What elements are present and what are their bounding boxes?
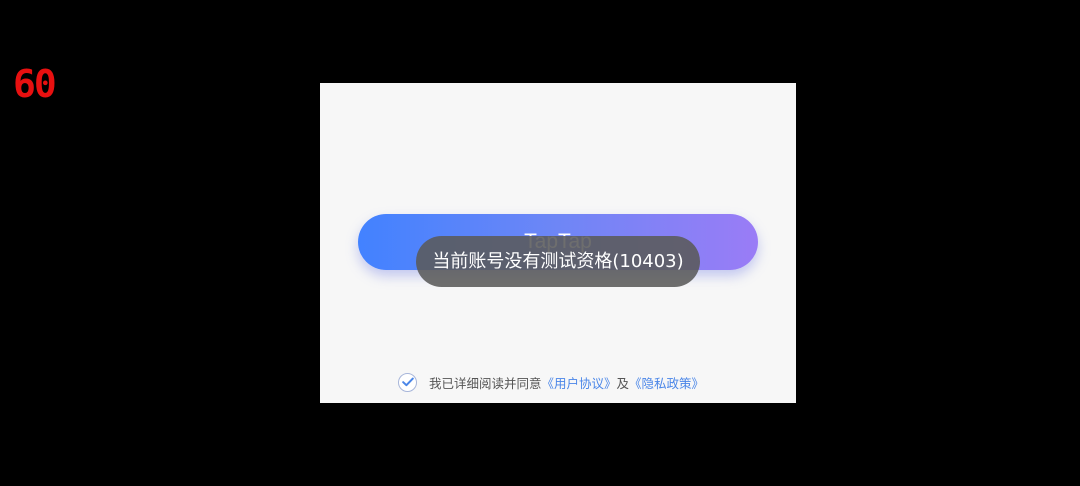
error-toast: 当前账号没有测试资格(10403): [416, 236, 700, 287]
check-icon: [401, 377, 414, 387]
agreement-checkbox[interactable]: [398, 372, 417, 392]
agreement-conjunction: 及: [616, 375, 630, 391]
agreement-row: 我已详细阅读并同意 《用户协议》 及 《隐私政策》: [398, 371, 704, 393]
user-agreement-link[interactable]: 《用户协议》: [542, 373, 617, 392]
agreement-prefix-text: 我已详细阅读并同意: [429, 375, 542, 391]
fps-counter: 60: [13, 62, 57, 106]
privacy-policy-link[interactable]: 《隐私政策》: [629, 373, 704, 392]
